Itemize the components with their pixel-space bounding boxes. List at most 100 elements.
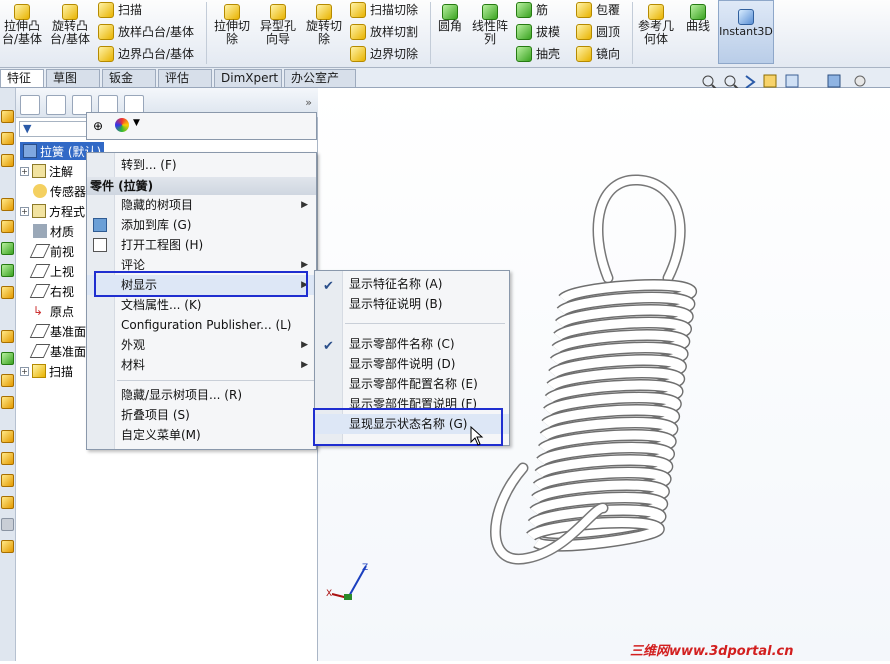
menu-item-add-to-library[interactable]: 添加到库 (G) (87, 215, 316, 235)
hide-show-items-icon[interactable] (854, 75, 866, 87)
loft-cut-label: 放样切割 (370, 24, 419, 39)
reference-geometry-button[interactable]: 参考几 何体 (636, 4, 676, 46)
submenu-item-show-component-config-names[interactable]: 显示零部件配置名称 (E) (315, 374, 509, 394)
dome-icon (576, 24, 592, 40)
expand-icon[interactable]: + (20, 166, 29, 176)
ribbon-separator (632, 2, 633, 64)
tree-item-sensors[interactable]: 传感器 (33, 182, 86, 200)
menu-item-tree-display[interactable]: 树显示 ▶ (87, 275, 316, 295)
shell-button[interactable]: 抽壳 (516, 46, 560, 62)
tool-icon[interactable] (1, 242, 14, 255)
submenu-item-show-component-names[interactable]: ✔ 显示零部件名称 (C) (315, 334, 509, 354)
tree-item-material[interactable]: 材质 (33, 222, 74, 240)
linear-pattern-button[interactable]: 线性阵 列 (470, 4, 510, 46)
menu-item-appearance[interactable]: 外观 ▶ (87, 335, 316, 355)
zoom-icon[interactable]: ⊕ (93, 119, 103, 133)
rib-button[interactable]: 筋 (516, 2, 548, 18)
draft-icon (516, 24, 532, 40)
sensor-icon (33, 184, 47, 198)
menu-item-document-properties[interactable]: 文档属性... (K) (87, 295, 316, 315)
menu-item-collapse-items[interactable]: 折叠项目 (S) (87, 405, 316, 425)
tree-item-right-plane[interactable]: 右视 (29, 282, 74, 300)
tree-item-sweep[interactable]: + 扫描 (20, 362, 73, 380)
previous-view-icon[interactable] (745, 75, 756, 89)
plane-icon (29, 324, 51, 338)
curves-button[interactable]: 曲线 (682, 4, 714, 33)
tree-item-plane2[interactable]: 基准面 (29, 342, 86, 360)
menu-item-hide-show-tree-items[interactable]: 隐藏/显示树项目... (R) (87, 385, 316, 405)
tab-evaluate[interactable]: 评估 (158, 69, 212, 87)
tab-sketch[interactable]: 草图 (46, 69, 100, 87)
tool-icon[interactable] (1, 132, 14, 145)
tool-icon[interactable] (1, 330, 14, 343)
menu-item-open-drawing[interactable]: 打开工程图 (H) (87, 235, 316, 255)
dome-button[interactable]: 圆顶 (576, 24, 620, 40)
tab-sheet-metal[interactable]: 钣金 (102, 69, 156, 87)
wrap-button[interactable]: 包覆 (576, 2, 620, 18)
display-style-icon[interactable] (827, 74, 841, 88)
tool-icon[interactable] (1, 264, 14, 277)
tree-item-front-plane[interactable]: 前视 (29, 242, 74, 260)
tool-icon[interactable] (1, 352, 14, 365)
fillet-button[interactable]: 圆角 (436, 4, 464, 33)
tool-icon[interactable] (1, 518, 14, 531)
tree-item-annotations[interactable]: + 注解 (20, 162, 73, 180)
tree-item-origin[interactable]: ↳ 原点 (33, 302, 74, 320)
extrude-cut-button[interactable]: 拉伸切 除 (212, 4, 252, 46)
appearance-icon[interactable] (115, 118, 129, 132)
menu-item-configuration-publisher[interactable]: Configuration Publisher... (L) (87, 315, 316, 335)
tool-icon[interactable] (1, 396, 14, 409)
tool-icon[interactable] (1, 198, 14, 211)
tool-icon[interactable] (1, 154, 14, 167)
tool-icon[interactable] (1, 286, 14, 299)
tab-dimxpert[interactable]: DimXpert (214, 69, 282, 87)
boundary-cut-button[interactable]: 边界切除 (350, 46, 418, 62)
mirror-button[interactable]: 镜向 (576, 46, 620, 62)
tool-icon[interactable] (1, 452, 14, 465)
tool-icon[interactable] (1, 430, 14, 443)
sweep-button[interactable]: 扫描 (98, 2, 142, 18)
submenu-item-show-component-config-descriptions[interactable]: 显示零部件配置说明 (F) (315, 394, 509, 414)
property-manager-tab-icon[interactable] (46, 95, 66, 115)
view-orientation-icon[interactable] (785, 74, 799, 88)
menu-item-material[interactable]: 材料 ▶ (87, 355, 316, 375)
tree-filter-input[interactable]: ▼ (19, 121, 89, 137)
linear-pattern-label: 线性阵 列 (471, 19, 508, 46)
expand-icon[interactable]: + (20, 206, 29, 216)
boundary-boss-button[interactable]: 边界凸台/基体 (98, 46, 194, 62)
menu-item-label: 显示零部件说明 (D) (349, 357, 456, 371)
extrude-boss-button[interactable]: 拉伸凸 台/基体 (2, 4, 42, 46)
menu-item-hidden-tree-items[interactable]: 隐藏的树项目 ▶ (87, 195, 316, 215)
revolve-cut-button[interactable]: 旋转切 除 (302, 4, 346, 46)
submenu-item-show-feature-names[interactable]: ✔ 显示特征名称 (A) (315, 274, 509, 294)
tool-icon[interactable] (1, 374, 14, 387)
expand-panel-icon[interactable]: » (305, 96, 312, 109)
hole-wizard-button[interactable]: 异型孔 向导 (256, 4, 300, 46)
submenu-item-show-component-descriptions[interactable]: 显示零部件说明 (D) (315, 354, 509, 374)
tab-features[interactable]: 特征 (0, 69, 44, 87)
chevron-down-icon[interactable]: ▼ (133, 118, 140, 128)
tool-icon[interactable] (1, 474, 14, 487)
menu-item-label: 外观 (121, 338, 146, 352)
section-view-icon[interactable] (763, 74, 777, 88)
revolve-boss-button[interactable]: 旋转凸 台/基体 (48, 4, 92, 46)
draft-button[interactable]: 拔模 (516, 24, 560, 40)
sweep-cut-button[interactable]: 扫描切除 (350, 2, 418, 18)
tool-icon[interactable] (1, 110, 14, 123)
instant3d-button[interactable]: Instant3D (718, 0, 774, 64)
loft-cut-button[interactable]: 放样切割 (350, 24, 418, 40)
tree-item-plane1[interactable]: 基准面 (29, 322, 86, 340)
tool-icon[interactable] (1, 220, 14, 233)
view-toolbar-icons (702, 74, 866, 90)
loft-boss-button[interactable]: 放样凸台/基体 (98, 24, 194, 40)
tree-item-top-plane[interactable]: 上视 (29, 262, 74, 280)
feature-tree-tab-icon[interactable] (20, 95, 40, 115)
tree-item-equations[interactable]: + 方程式 (20, 202, 85, 220)
menu-item-goto[interactable]: 转到... (F) (87, 155, 316, 175)
tool-icon[interactable] (1, 496, 14, 509)
tool-icon[interactable] (1, 540, 14, 553)
submenu-item-show-feature-descriptions[interactable]: 显示特征说明 (B) (315, 294, 509, 314)
menu-item-comments[interactable]: 评论 ▶ (87, 255, 316, 275)
expand-icon[interactable]: + (20, 366, 29, 376)
menu-item-customize-menu[interactable]: 自定义菜单(M) (87, 425, 316, 445)
